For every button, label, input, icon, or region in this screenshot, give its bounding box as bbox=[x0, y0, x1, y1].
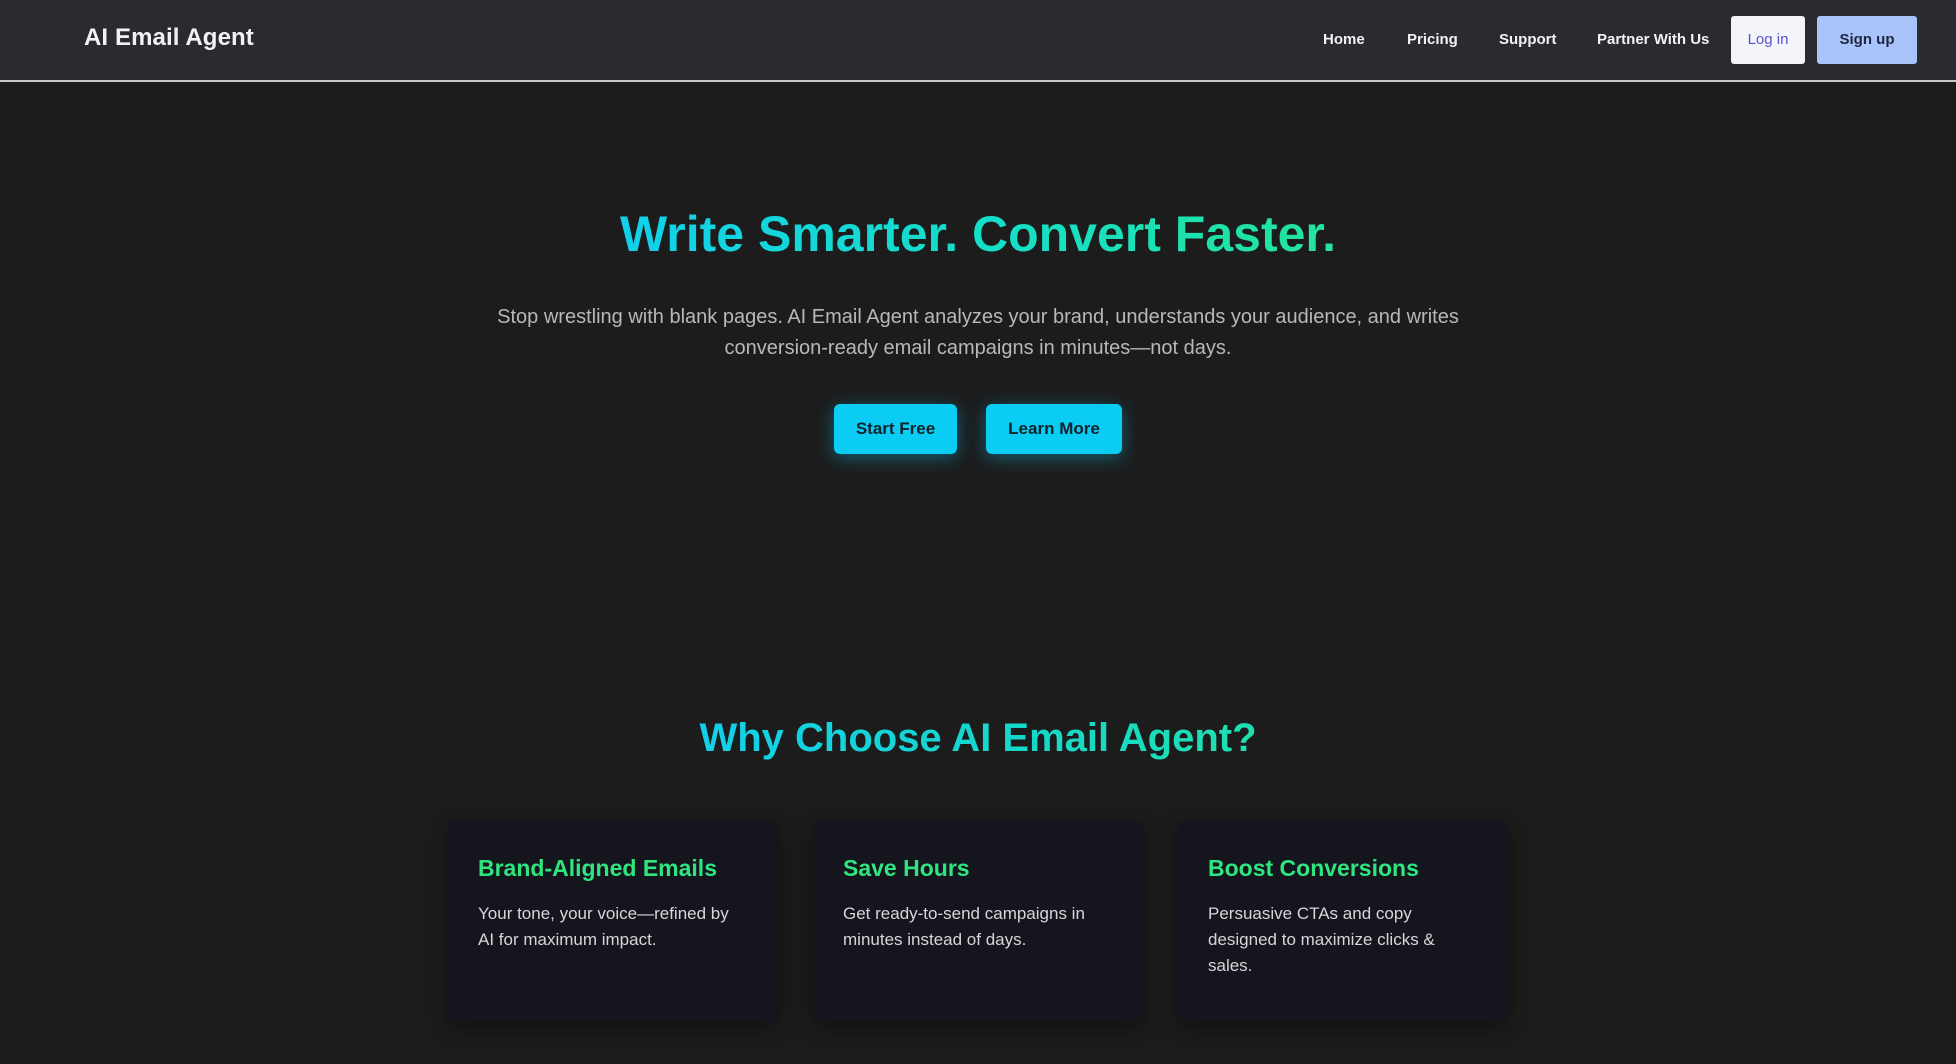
feature-card-text: Get ready-to-send campaigns in minutes i… bbox=[843, 904, 1085, 949]
feature-card-text: Persuasive CTAs and copy designed to max… bbox=[1208, 904, 1435, 975]
feature-card-brand-aligned: Brand-Aligned Emails Your tone, your voi… bbox=[448, 820, 778, 1022]
hero-subtitle: Stop wrestling with blank pages. AI Emai… bbox=[497, 306, 1459, 359]
features-title: Why Choose AI Email Agent? bbox=[699, 716, 1257, 760]
hero-section: Write Smarter. Convert Faster. bbox=[0, 205, 1956, 263]
feature-card-save-hours: Save Hours Get ready-to-send campaigns i… bbox=[813, 820, 1143, 1022]
login-button[interactable]: Log in bbox=[1731, 16, 1805, 64]
top-navbar: AI Email Agent Home Pricing Support Part… bbox=[0, 0, 1956, 82]
start-free-button[interactable]: Start Free bbox=[834, 404, 957, 454]
learn-more-button[interactable]: Learn More bbox=[986, 404, 1122, 454]
nav-link-home[interactable]: Home bbox=[1323, 31, 1365, 48]
feature-card-title: Save Hours bbox=[843, 855, 970, 881]
nav-link-pricing[interactable]: Pricing bbox=[1407, 31, 1458, 48]
hero-title: Write Smarter. Convert Faster. bbox=[619, 206, 1336, 262]
signup-button[interactable]: Sign up bbox=[1817, 16, 1917, 64]
feature-card-title: Boost Conversions bbox=[1208, 855, 1419, 881]
brand-logo-text[interactable]: AI Email Agent bbox=[84, 24, 254, 52]
features-section: Why Choose AI Email Agent? bbox=[0, 716, 1956, 761]
nav-link-support[interactable]: Support bbox=[1499, 31, 1557, 48]
feature-card-boost-conversions: Boost Conversions Persuasive CTAs and co… bbox=[1178, 820, 1508, 1022]
feature-card-title: Brand-Aligned Emails bbox=[478, 855, 717, 881]
nav-link-partner[interactable]: Partner With Us bbox=[1597, 31, 1709, 48]
feature-card-text: Your tone, your voice—refined by AI for … bbox=[478, 904, 729, 949]
